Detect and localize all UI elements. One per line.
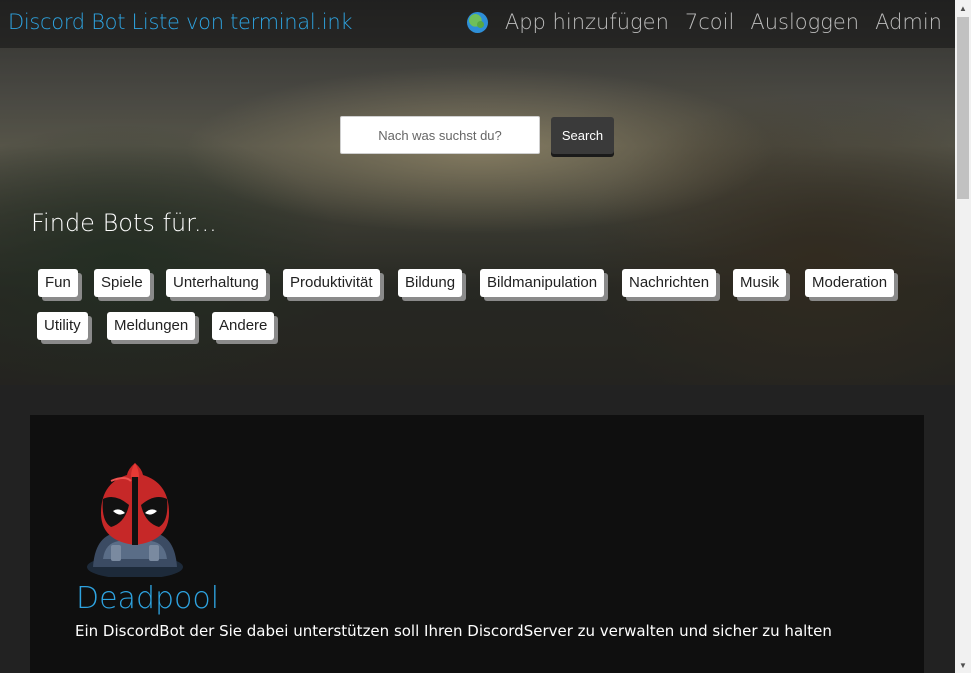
tag-andere[interactable]: Andere	[212, 312, 275, 340]
tag-nachrichten[interactable]: Nachrichten	[622, 269, 717, 297]
tag-utility[interactable]: Utility	[37, 312, 88, 340]
scroll-up-arrow-icon[interactable]: ▲	[955, 0, 971, 16]
deadpool-avatar[interactable]	[85, 459, 185, 577]
page: Discord Bot Liste von terminal.ink App h…	[0, 0, 971, 673]
tag-unterhaltung[interactable]: Unterhaltung	[166, 269, 266, 297]
nav-app-hinzufuegen[interactable]: App hinzufügen	[505, 10, 669, 34]
scrollbar[interactable]: ▲ ▼	[955, 0, 971, 673]
tag-musik[interactable]: Musik	[733, 269, 787, 297]
hero-banner: Discord Bot Liste von terminal.ink App h…	[0, 0, 955, 385]
scroll-down-arrow-icon[interactable]: ▼	[955, 657, 971, 673]
scrollbar-thumb[interactable]	[957, 17, 969, 199]
tag-moderation[interactable]: Moderation	[805, 269, 895, 297]
search-input[interactable]	[340, 116, 540, 154]
bot-name[interactable]: Deadpool	[76, 581, 219, 616]
navbar: Discord Bot Liste von terminal.ink App h…	[0, 0, 955, 48]
tag-bildung[interactable]: Bildung	[398, 269, 463, 297]
nav-user[interactable]: 7coil	[685, 10, 734, 34]
tag-produktivitaet[interactable]: Produktivität	[283, 269, 380, 297]
tag-fun[interactable]: Fun	[38, 269, 78, 297]
tag-meldungen[interactable]: Meldungen	[107, 312, 196, 340]
tag-bildmanipulation[interactable]: Bildmanipulation	[480, 269, 605, 297]
globe-icon[interactable]	[466, 11, 488, 33]
bot-description: Ein DiscordBot der Sie dabei unterstütze…	[75, 622, 832, 640]
nav-admin[interactable]: Admin	[875, 10, 942, 34]
search-button[interactable]: Search	[551, 117, 614, 154]
nav-logout[interactable]: Ausloggen	[750, 10, 859, 34]
categories-heading: Finde Bots für...	[31, 209, 217, 237]
nav-links: App hinzufügen 7coil Ausloggen Admin	[466, 10, 942, 34]
brand-link[interactable]: Discord Bot Liste von terminal.ink	[8, 10, 352, 34]
tag-spiele[interactable]: Spiele	[94, 269, 150, 297]
